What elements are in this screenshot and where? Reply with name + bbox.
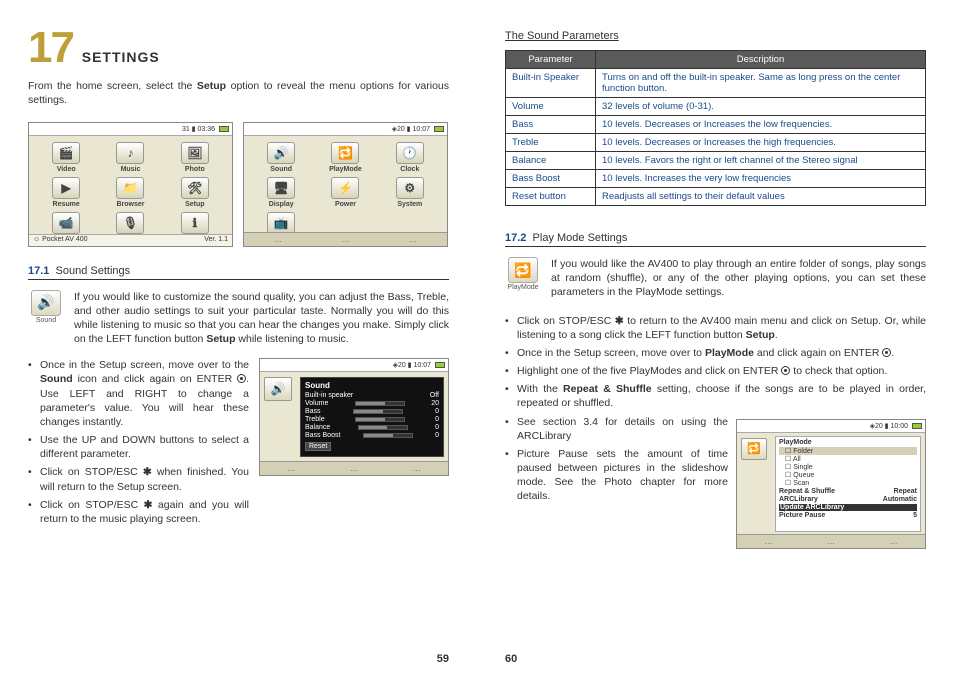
setup-icon-clock: 🕐Clock [381, 142, 439, 173]
sound-panel: Sound Built-in speakerOff Volume20 Bass0… [300, 377, 444, 457]
list-item: With the Repeat & Shuffle setting, choos… [505, 382, 926, 410]
app-icon-photo: 🖼Photo [166, 142, 224, 173]
esc-icon: ✱ [615, 315, 624, 327]
sound-params-heading: The Sound Parameters [505, 30, 926, 42]
sound-bottombar: ……… [260, 461, 448, 475]
app-icon-video: 🎬Video [37, 142, 95, 173]
playmode-bullets: Click on STOP/ESC ✱ to return to the AV4… [505, 314, 926, 411]
playmode-bullets-cont: See section 3.4 for details on using the… [505, 415, 926, 504]
list-item: Once in the Setup screen, move over to P… [505, 346, 926, 360]
playmode-bottombar: ……… [737, 534, 925, 548]
status-bar: ◈20 ▮ 10:07 [260, 359, 448, 372]
home-footer: ☺ Pocket AV 400 Ver. 1.1 [29, 234, 232, 246]
setup-icon-power: ⚡Power [316, 177, 374, 208]
table-row: Bass Boost10 levels. Increases the very … [506, 170, 926, 188]
page-number: 59 [437, 653, 449, 665]
list-item: See section 3.4 for details on using the… [505, 415, 926, 443]
section-17-2-body: 🔁 PlayMode If you would like the AV400 t… [505, 257, 926, 300]
sound-settings-figure: ◈20 ▮ 10:07 🔊 Sound Built-in speakerOff … [259, 358, 449, 476]
app-icon-resume: ▶Resume [37, 177, 95, 208]
page-left: 17 SETTINGS From the home screen, select… [0, 0, 477, 675]
sound-side-icon: 🔊 Sound [28, 290, 64, 347]
list-item: Picture Pause sets the amount of time pa… [505, 447, 926, 504]
speaker-icon: 🔊 [264, 377, 292, 401]
app-icon-browser: 📁Browser [101, 177, 159, 208]
reset-button: Reset [305, 442, 331, 451]
list-item: Click on STOP/ESC ✱ again and you will r… [28, 498, 249, 526]
table-row: Treble10 levels. Decreases or Increases … [506, 134, 926, 152]
chapter-number: 17 [28, 30, 73, 65]
table-row: Volume32 levels of volume (0-31). [506, 98, 926, 116]
setup-icon-system: ⚙System [381, 177, 439, 208]
playmode-side-icon: 🔁 PlayMode [505, 257, 541, 300]
battery-icon [434, 126, 444, 132]
screenshot-row: 31 ▮ 03:36 🎬Video ♪Music 🖼Photo ▶Resume … [28, 122, 449, 247]
list-item: Use the UP and DOWN buttons to select a … [28, 433, 249, 461]
chapter-heading: 17 SETTINGS [28, 30, 449, 65]
home-screen-figure: 31 ▮ 03:36 🎬Video ♪Music 🖼Photo ▶Resume … [28, 122, 233, 247]
setup-screen-figure: ◈20 ▮ 10:07 🔊Sound 🔁PlayMode 🕐Clock 🖥Dis… [243, 122, 448, 247]
enter-icon [882, 348, 891, 357]
table-row: Balance10 levels. Favors the right or le… [506, 152, 926, 170]
intro-text: From the home screen, select the Setup o… [28, 79, 449, 107]
table-row: Bass10 levels. Decreases or Increases th… [506, 116, 926, 134]
list-item: Click on STOP/ESC ✱ to return to the AV4… [505, 314, 926, 342]
section-17-1-body: 🔊 Sound If you would like to customize t… [28, 290, 449, 347]
battery-icon [435, 362, 445, 368]
setup-icon-grid: 🔊Sound 🔁PlayMode 🕐Clock 🖥Display ⚡Power … [244, 136, 447, 245]
section-17-1-heading: 17.1 Sound Settings [28, 265, 449, 280]
setup-icon-sound: 🔊Sound [252, 142, 310, 173]
table-row: Built-in SpeakerTurns on and off the bui… [506, 69, 926, 98]
speaker-icon: 🔊 [31, 290, 61, 316]
status-bar: 31 ▮ 03:36 [29, 123, 232, 136]
sound-bullets: Once in the Setup screen, move over to t… [28, 358, 249, 530]
section-17-2-heading: 17.2 Play Mode Settings [505, 232, 926, 247]
list-item: Once in the Setup screen, move over to t… [28, 358, 249, 429]
table-row: Reset buttonReadjusts all settings to th… [506, 188, 926, 206]
sound-bullets-wrap: Once in the Setup screen, move over to t… [28, 358, 449, 530]
esc-icon: ✱ [143, 466, 152, 478]
playmode-icon: 🔁 [508, 257, 538, 283]
page-number: 60 [505, 653, 517, 665]
app-icon-setup: 🛠Setup [166, 177, 224, 208]
list-item: Click on STOP/ESC ✱ when finished. You w… [28, 465, 249, 493]
status-bar: ◈20 ▮ 10:07 [244, 123, 447, 136]
setup-icon-display: 🖥Display [252, 177, 310, 208]
setup-bottombar: ……… [244, 232, 447, 246]
battery-icon [219, 126, 229, 132]
page-right: The Sound Parameters Parameter Descripti… [477, 0, 954, 675]
sound-params-table: Parameter Description Built-in SpeakerTu… [505, 50, 926, 206]
setup-icon-playmode: 🔁PlayMode [316, 142, 374, 173]
app-icon-music: ♪Music [101, 142, 159, 173]
chapter-title: SETTINGS [82, 49, 160, 65]
home-icon-grid: 🎬Video ♪Music 🖼Photo ▶Resume 📁Browser 🛠S… [29, 136, 232, 245]
list-item: Highlight one of the five PlayModes and … [505, 364, 926, 378]
enter-icon [237, 374, 246, 383]
